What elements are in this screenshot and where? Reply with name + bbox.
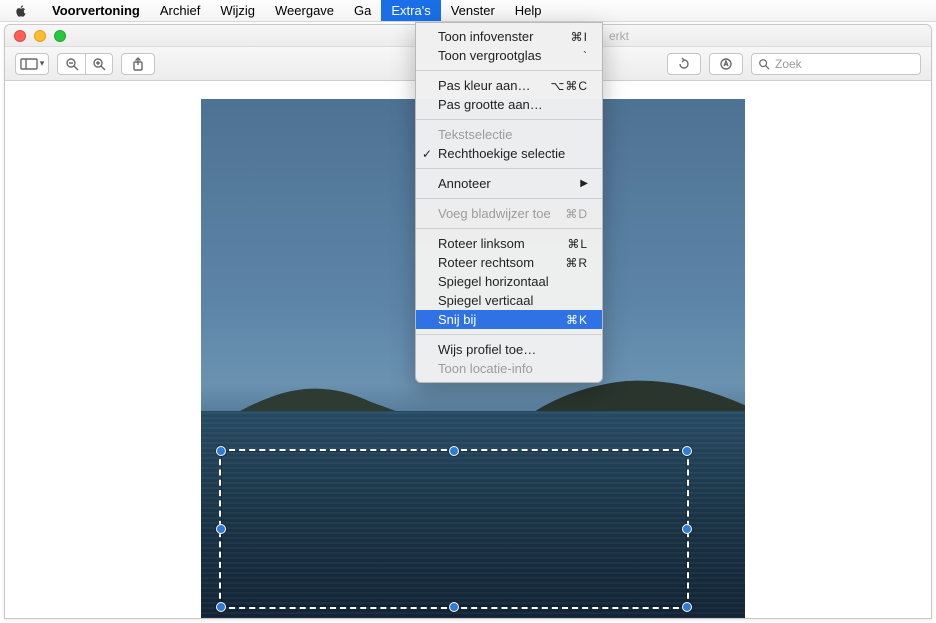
menu-item-snij-bij[interactable]: Snij bij ⌘K — [416, 310, 602, 329]
menubar-wijzig[interactable]: Wijzig — [210, 0, 265, 21]
menu-separator — [416, 70, 602, 71]
menu-separator — [416, 198, 602, 199]
menu-item-label: Rechthoekige selectie — [438, 146, 565, 161]
title-suffix: erkt — [609, 29, 629, 43]
menu-item-label: Toon vergrootglas — [438, 48, 541, 63]
menu-item-label: Tekstselectie — [438, 127, 512, 142]
menu-item-voeg-bladwijzer-toe: Voeg bladwijzer toe ⌘D — [416, 204, 602, 223]
handle-w[interactable] — [216, 524, 226, 534]
menu-item-label: Wijs profiel toe… — [438, 342, 536, 357]
menu-item-label: Annoteer — [438, 176, 491, 191]
menubar-ga[interactable]: Ga — [344, 0, 381, 21]
menu-item-pas-kleur-aan[interactable]: Pas kleur aan… ⌥⌘C — [416, 76, 602, 95]
markup-button[interactable] — [709, 53, 743, 75]
search-placeholder: Zoek — [775, 57, 802, 71]
menu-item-toon-infovenster[interactable]: Toon infovenster ⌘I — [416, 27, 602, 46]
apple-menu-icon[interactable] — [14, 4, 28, 18]
menu-item-label: Spiegel verticaal — [438, 293, 533, 308]
menu-shortcut: ⌘L — [567, 237, 588, 251]
minimize-button[interactable] — [34, 30, 46, 42]
check-icon: ✓ — [422, 147, 432, 161]
menubar-archief[interactable]: Archief — [150, 0, 210, 21]
menu-item-label: Pas kleur aan… — [438, 78, 531, 93]
menu-item-wijs-profiel-toe[interactable]: Wijs profiel toe… — [416, 340, 602, 359]
handle-e[interactable] — [682, 524, 692, 534]
rotate-icon — [677, 57, 691, 71]
markup-icon — [719, 57, 733, 71]
menu-item-annoteer[interactable]: Annoteer ▶ — [416, 174, 602, 193]
handle-se[interactable] — [682, 602, 692, 612]
chevron-down-icon: ▾ — [40, 58, 45, 69]
handle-sw[interactable] — [216, 602, 226, 612]
menu-item-tekstselectie: Tekstselectie — [416, 125, 602, 144]
share-button[interactable] — [121, 53, 155, 75]
menu-item-label: Toon infovenster — [438, 29, 533, 44]
menu-item-pas-grootte-aan[interactable]: Pas grootte aan… — [416, 95, 602, 114]
zoom-in-icon — [92, 57, 106, 71]
menu-item-label: Snij bij — [438, 312, 476, 327]
menu-item-toon-vergrootglas[interactable]: Toon vergrootglas ` — [416, 46, 602, 65]
menubar-app[interactable]: Voorvertoning — [42, 0, 150, 21]
menubar-venster[interactable]: Venster — [441, 0, 505, 21]
handle-nw[interactable] — [216, 446, 226, 456]
menu-separator — [416, 168, 602, 169]
menu-shortcut: ` — [583, 49, 588, 63]
menu-item-roteer-rechtsom[interactable]: Roteer rechtsom ⌘R — [416, 253, 602, 272]
menu-item-label: Toon locatie-info — [438, 361, 533, 376]
zoom-out-icon — [65, 57, 79, 71]
menu-separator — [416, 119, 602, 120]
selection-rectangle[interactable] — [219, 449, 689, 609]
menu-item-spiegel-verticaal[interactable]: Spiegel verticaal — [416, 291, 602, 310]
menu-shortcut: ⌘R — [565, 256, 588, 270]
menu-item-label: Spiegel horizontaal — [438, 274, 549, 289]
handle-s[interactable] — [449, 602, 459, 612]
menubar-help[interactable]: Help — [505, 0, 552, 21]
menu-shortcut: ⌘I — [571, 30, 588, 44]
zoom-group — [57, 53, 113, 75]
close-button[interactable] — [14, 30, 26, 42]
submenu-arrow-icon: ▶ — [580, 178, 588, 189]
menubar-extras[interactable]: Extra's — [381, 0, 440, 21]
search-field[interactable]: Zoek — [751, 53, 921, 75]
sidebar-icon — [20, 58, 38, 70]
handle-n[interactable] — [449, 446, 459, 456]
menubar-weergave[interactable]: Weergave — [265, 0, 344, 21]
menu-separator — [416, 228, 602, 229]
view-mode-button[interactable]: ▾ — [15, 53, 49, 75]
menu-item-spiegel-horizontaal[interactable]: Spiegel horizontaal — [416, 272, 602, 291]
zoom-out-button[interactable] — [57, 53, 85, 75]
menu-separator — [416, 334, 602, 335]
extras-menu: Toon infovenster ⌘I Toon vergrootglas ` Pas … — [415, 22, 603, 383]
menu-item-toon-locatie-info: Toon locatie-info — [416, 359, 602, 378]
menu-shortcut: ⌥⌘C — [551, 79, 589, 93]
menu-item-label: Pas grootte aan… — [438, 97, 543, 112]
maximize-button[interactable] — [54, 30, 66, 42]
zoom-in-button[interactable] — [85, 53, 113, 75]
menu-shortcut: ⌘D — [565, 207, 588, 221]
menubar: Voorvertoning Archief Wijzig Weergave Ga… — [0, 0, 936, 22]
search-icon — [758, 58, 770, 70]
menu-item-label: Roteer rechtsom — [438, 255, 534, 270]
menu-shortcut: ⌘K — [566, 313, 588, 327]
menu-item-rechthoekige-selectie[interactable]: ✓ Rechthoekige selectie — [416, 144, 602, 163]
window-controls — [14, 30, 66, 42]
menu-item-label: Roteer linksom — [438, 236, 525, 251]
rotate-button[interactable] — [667, 53, 701, 75]
menu-item-roteer-linksom[interactable]: Roteer linksom ⌘L — [416, 234, 602, 253]
menu-item-label: Voeg bladwijzer toe — [438, 206, 551, 221]
handle-ne[interactable] — [682, 446, 692, 456]
share-icon — [132, 57, 144, 71]
